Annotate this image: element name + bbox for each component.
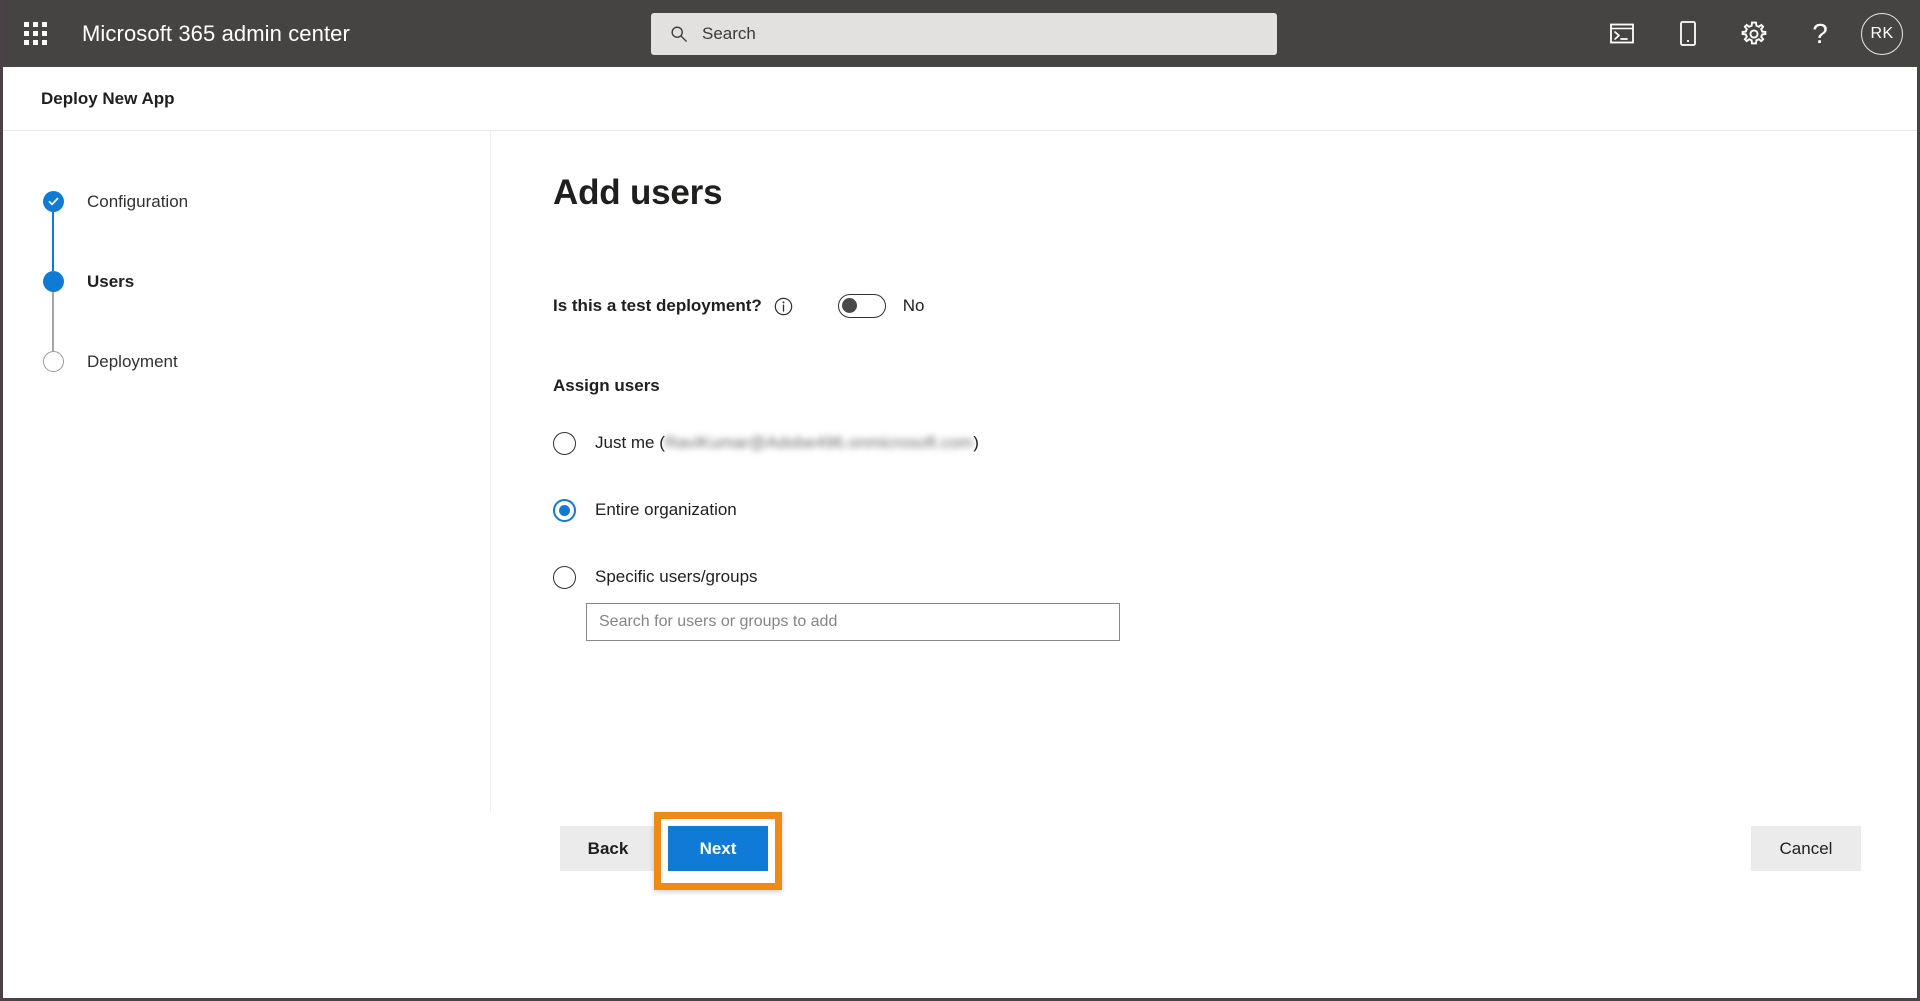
radio-label-entire-organization: Entire organization bbox=[595, 500, 737, 519]
assign-users-radio-group: Just me (RaviKumar@Adobe496.onmicrosoft.… bbox=[553, 431, 979, 632]
step-label-configuration: Configuration bbox=[87, 192, 189, 211]
radio-option-just-me[interactable]: Just me (RaviKumar@Adobe496.onmicrosoft.… bbox=[553, 431, 979, 455]
search-icon bbox=[671, 26, 687, 42]
app-window: Microsoft 365 admin center Search ? RK D… bbox=[0, 0, 1920, 1001]
page-title: Deploy New App bbox=[41, 88, 175, 108]
step-deployment[interactable]: Deployment bbox=[41, 351, 188, 372]
test-deployment-label: Is this a test deployment? bbox=[553, 296, 762, 315]
radio-label-just-me: Just me (RaviKumar@Adobe496.onmicrosoft.… bbox=[595, 433, 979, 453]
mobile-glyph bbox=[1680, 21, 1696, 46]
suite-header: Microsoft 365 admin center Search ? RK bbox=[3, 0, 1920, 67]
just-me-suffix: ) bbox=[973, 433, 979, 452]
radio-option-entire-organization[interactable]: Entire organization bbox=[553, 498, 979, 522]
step-label-users: Users bbox=[87, 272, 135, 291]
suite-actions: ? RK bbox=[1589, 0, 1909, 67]
assign-users-label: Assign users bbox=[553, 376, 660, 395]
gear-glyph bbox=[1741, 21, 1767, 44]
gear-icon[interactable] bbox=[1721, 0, 1787, 67]
radio-specific-users[interactable] bbox=[553, 565, 576, 589]
toggle-value-label: No bbox=[902, 296, 925, 315]
step-marker-column bbox=[41, 271, 65, 351]
waffle-grid bbox=[23, 22, 47, 45]
step-connector bbox=[52, 292, 54, 351]
next-button[interactable]: Next bbox=[668, 826, 768, 871]
step-marker-column bbox=[41, 351, 65, 372]
radio-label-specific-users: Specific users/groups bbox=[595, 567, 758, 586]
search-input[interactable] bbox=[702, 24, 1222, 44]
just-me-email-redacted: RaviKumar@Adobe496.onmicrosoft.com bbox=[664, 433, 974, 452]
section-heading: Add users bbox=[553, 173, 723, 212]
console-glyph bbox=[1610, 23, 1634, 44]
help-icon[interactable]: ? bbox=[1787, 0, 1853, 67]
command-bar: Deploy New App bbox=[3, 67, 1917, 131]
help-glyph: ? bbox=[1812, 17, 1828, 49]
radio-just-me[interactable] bbox=[553, 431, 576, 455]
brand-title[interactable]: Microsoft 365 admin center bbox=[82, 21, 350, 47]
step-users[interactable]: Users bbox=[41, 271, 188, 351]
step-completed-icon bbox=[42, 191, 64, 212]
console-icon[interactable] bbox=[1589, 0, 1655, 67]
info-icon[interactable] bbox=[774, 297, 793, 316]
radio-entire-organization[interactable] bbox=[553, 498, 576, 522]
check-icon bbox=[48, 197, 58, 206]
mobile-device-icon[interactable] bbox=[1655, 0, 1721, 67]
global-search[interactable] bbox=[651, 13, 1277, 55]
step-marker-column bbox=[41, 191, 65, 271]
toggle-knob bbox=[841, 298, 857, 313]
step-active-icon bbox=[42, 271, 64, 292]
step-connector bbox=[52, 212, 54, 271]
app-launcher-icon[interactable] bbox=[11, 10, 59, 58]
account-avatar[interactable]: RK bbox=[1861, 12, 1903, 55]
step-label-deployment: Deployment bbox=[87, 352, 178, 371]
step-pending-icon bbox=[42, 351, 64, 372]
search-users-input[interactable] bbox=[586, 603, 1120, 641]
just-me-prefix: Just me ( bbox=[595, 433, 665, 452]
back-button[interactable]: Back bbox=[560, 826, 656, 871]
test-deployment-row: Is this a test deployment? No bbox=[553, 294, 925, 318]
wizard-stepper: Configuration Users Deployment bbox=[3, 131, 490, 939]
step-configuration[interactable]: Configuration bbox=[41, 191, 188, 271]
radio-option-specific-users[interactable]: Specific users/groups bbox=[553, 565, 979, 589]
step-list: Configuration Users Deployment bbox=[41, 191, 188, 372]
cancel-button[interactable]: Cancel bbox=[1751, 826, 1861, 871]
test-deployment-toggle[interactable] bbox=[837, 294, 886, 318]
